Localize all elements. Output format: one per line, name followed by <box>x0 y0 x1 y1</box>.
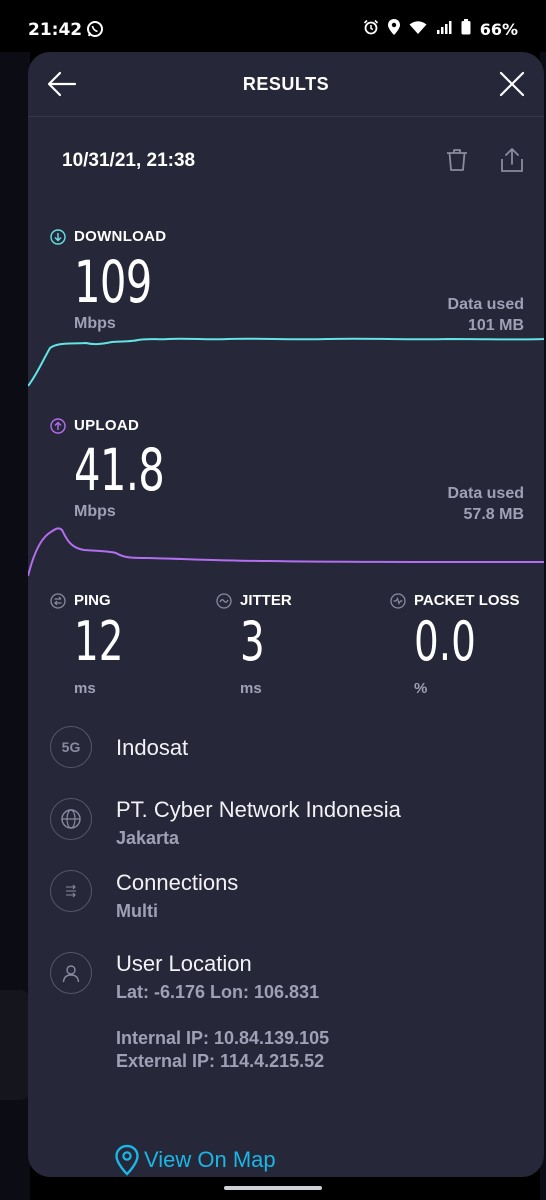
home-indicator[interactable] <box>224 1186 322 1190</box>
upload-data-used-label: Data used <box>447 485 524 502</box>
battery-percent: 66% <box>479 20 518 39</box>
ping-label-row: PING <box>50 592 111 609</box>
download-graph <box>28 337 544 387</box>
ping-value: 12 <box>74 610 124 673</box>
connections-icon <box>50 870 92 912</box>
jitter-label-row: JITTER <box>216 592 292 609</box>
jitter-value: 3 <box>240 610 265 673</box>
packet-loss-label: PACKET LOSS <box>414 592 520 609</box>
close-icon <box>499 71 525 97</box>
close-button[interactable] <box>498 70 526 98</box>
header: RESULTS <box>28 52 544 116</box>
network-type-badge: 5G <box>50 726 92 768</box>
upload-data-used: Data used 57.8 MB <box>448 483 524 525</box>
ping-unit: ms <box>74 680 96 697</box>
upload-graph <box>28 527 544 577</box>
page-title: RESULTS <box>242 74 330 94</box>
download-label: DOWNLOAD <box>74 228 167 245</box>
upload-unit: Mbps <box>74 503 116 520</box>
header-divider <box>28 116 544 117</box>
upload-icon <box>50 417 66 434</box>
upload-value: 41.8 <box>74 436 165 504</box>
results-sheet: RESULTS 10/31/21, 21:38 DOWNLOAD 109 Mbp… <box>28 52 544 1177</box>
network-type-text: 5G <box>61 739 81 755</box>
result-date: 10/31/21, 21:38 <box>62 150 196 171</box>
download-icon <box>50 228 66 245</box>
connections-value: Multi <box>116 901 158 921</box>
download-unit: Mbps <box>74 315 116 332</box>
external-ip: External IP: 114.4.215.52 <box>116 1051 325 1071</box>
whatsapp-icon <box>86 20 104 43</box>
download-value: 109 <box>74 248 152 316</box>
download-label-row: DOWNLOAD <box>50 228 166 245</box>
signal-icon <box>436 20 452 40</box>
provider-name: Indosat <box>116 735 189 760</box>
packet-loss-unit: % <box>414 680 428 697</box>
user-location-coords: Lat: -6.176 Lon: 106.831 <box>116 982 320 1002</box>
view-on-map-link[interactable]: View On Map <box>114 1144 276 1176</box>
ping-label: PING <box>74 592 111 609</box>
wifi-icon <box>409 20 427 40</box>
delete-button[interactable] <box>446 148 468 172</box>
packet-loss-icon <box>390 592 406 609</box>
user-location-label: User Location <box>116 951 252 976</box>
share-button[interactable] <box>500 147 524 173</box>
globe-icon <box>50 798 92 840</box>
status-time: 21:42 <box>28 20 83 40</box>
connections-label: Connections <box>116 870 239 895</box>
packet-loss-value: 0.0 <box>414 610 476 673</box>
download-data-used: Data used 101 MB <box>448 294 524 336</box>
map-pin-icon <box>115 1144 139 1176</box>
jitter-label: JITTER <box>240 592 292 609</box>
packet-loss-label-row: PACKET LOSS <box>390 592 520 609</box>
upload-label-row: UPLOAD <box>50 417 139 434</box>
download-data-used-label: Data used <box>447 296 524 313</box>
location-icon <box>387 19 400 40</box>
background-card <box>0 990 30 1100</box>
jitter-unit: ms <box>240 680 262 697</box>
share-icon <box>501 148 523 172</box>
alarm-icon <box>363 19 379 40</box>
trash-icon <box>447 149 467 171</box>
server-name: PT. Cyber Network Indonesia <box>116 797 401 822</box>
status-bar: 21:42 66% <box>0 0 546 60</box>
upload-graph-line <box>28 527 544 577</box>
jitter-icon <box>216 592 232 609</box>
server-city: Jakarta <box>116 828 180 848</box>
view-on-map-label: View On Map <box>144 1147 276 1172</box>
user-icon <box>50 952 92 994</box>
ping-icon <box>50 592 66 609</box>
download-graph-line <box>28 337 544 387</box>
battery-icon <box>461 19 471 40</box>
upload-label: UPLOAD <box>74 417 140 434</box>
internal-ip: Internal IP: 10.84.139.105 <box>116 1028 330 1048</box>
